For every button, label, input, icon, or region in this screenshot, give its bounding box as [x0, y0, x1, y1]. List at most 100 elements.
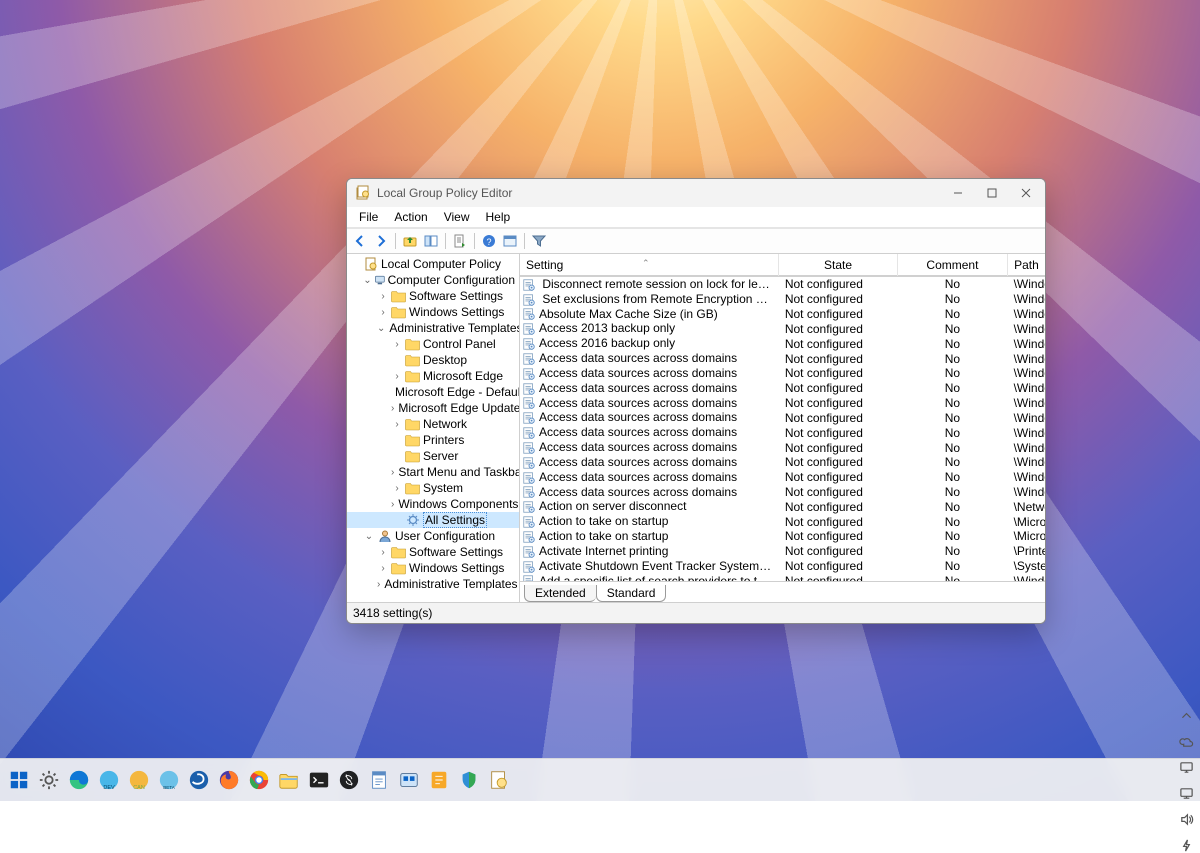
- tree-item[interactable]: ›Software Settings: [347, 544, 519, 560]
- setting-row[interactable]: Action on server disconnectNot configure…: [520, 499, 1045, 514]
- back-icon[interactable]: [350, 231, 370, 251]
- tree-item[interactable]: All Settings: [347, 512, 519, 528]
- taskbar[interactable]: DEVCANBETA: [0, 758, 1200, 801]
- menu-file[interactable]: File: [351, 209, 386, 225]
- edge-icon[interactable]: [66, 767, 92, 793]
- menu-view[interactable]: View: [436, 209, 478, 225]
- notepad-icon[interactable]: [366, 767, 392, 793]
- setting-row[interactable]: Access data sources across domainsNot co…: [520, 470, 1045, 485]
- setting-row[interactable]: Access data sources across domainsNot co…: [520, 485, 1045, 500]
- tree-item[interactable]: Microsoft Edge - Default Setti: [347, 384, 519, 400]
- setting-row[interactable]: Action to take on startupNot configuredN…: [520, 529, 1045, 544]
- expand-icon[interactable]: ›: [391, 467, 394, 478]
- chrome-icon[interactable]: [246, 767, 272, 793]
- tree-item[interactable]: ›Windows Components: [347, 496, 519, 512]
- settings-list[interactable]: Setting ⌃ State Comment Path Disconnect …: [520, 254, 1045, 581]
- col-path[interactable]: Path: [1008, 254, 1045, 277]
- explorer-icon[interactable]: [276, 767, 302, 793]
- tree-item[interactable]: ›Microsoft Edge: [347, 368, 519, 384]
- onedrive-icon[interactable]: [1178, 733, 1194, 749]
- setting-row[interactable]: Access data sources across domainsNot co…: [520, 381, 1045, 396]
- menu-help[interactable]: Help: [478, 209, 519, 225]
- help-icon[interactable]: ?: [479, 231, 499, 251]
- setting-row[interactable]: Access 2013 backup onlyNot configuredNo\…: [520, 321, 1045, 336]
- tree-item[interactable]: ⌄Administrative Templates: [347, 320, 519, 336]
- setting-row[interactable]: Activate Internet printingNot configured…: [520, 544, 1045, 559]
- tree-item[interactable]: ›Start Menu and Taskbar: [347, 464, 519, 480]
- chatgpt-icon[interactable]: [336, 767, 362, 793]
- tree-item[interactable]: ›Software Settings: [347, 288, 519, 304]
- expand-icon[interactable]: ›: [391, 371, 403, 382]
- show-hidden-icon[interactable]: [1178, 707, 1194, 723]
- tree-item[interactable]: ›Windows Settings: [347, 560, 519, 576]
- expand-icon[interactable]: ›: [377, 563, 389, 574]
- gpedit-icon[interactable]: [486, 767, 512, 793]
- tab-standard[interactable]: Standard: [596, 585, 667, 602]
- tree-item[interactable]: ›Microsoft Edge Update: [347, 400, 519, 416]
- setting-row[interactable]: Access data sources across domainsNot co…: [520, 366, 1045, 381]
- feedback-icon[interactable]: [426, 767, 452, 793]
- forward-icon[interactable]: [371, 231, 391, 251]
- expand-icon[interactable]: ›: [391, 419, 403, 430]
- tree-item[interactable]: ›Administrative Templates: [347, 576, 519, 592]
- expand-icon[interactable]: ›: [391, 339, 403, 350]
- setting-row[interactable]: Add a specific list of search providers …: [520, 574, 1045, 581]
- expand-icon[interactable]: ›: [391, 403, 394, 414]
- col-state[interactable]: State: [779, 254, 897, 277]
- expand-icon[interactable]: ›: [377, 547, 389, 558]
- setting-row[interactable]: Access 2016 backup onlyNot configuredNo\…: [520, 336, 1045, 351]
- power-icon[interactable]: [1178, 837, 1194, 853]
- setting-row[interactable]: Access data sources across domainsNot co…: [520, 440, 1045, 455]
- menu-action[interactable]: Action: [386, 209, 435, 225]
- setting-row[interactable]: Access data sources across domainsNot co…: [520, 425, 1045, 440]
- setting-row[interactable]: Activate Shutdown Event Tracker System S…: [520, 559, 1045, 574]
- edge-legacy-icon[interactable]: [186, 767, 212, 793]
- security-icon[interactable]: [456, 767, 482, 793]
- tree-item[interactable]: ›Windows Settings: [347, 304, 519, 320]
- tree-item[interactable]: Printers: [347, 432, 519, 448]
- expand-icon[interactable]: ⌄: [363, 275, 372, 286]
- setting-row[interactable]: Disconnect remote session on lock for le…: [520, 277, 1045, 292]
- expand-icon[interactable]: ›: [377, 291, 389, 302]
- setting-row[interactable]: Action to take on startupNot configuredN…: [520, 514, 1045, 529]
- properties-icon[interactable]: [500, 231, 520, 251]
- setting-row[interactable]: Access data sources across domainsNot co…: [520, 351, 1045, 366]
- tree-item[interactable]: ›Network: [347, 416, 519, 432]
- tree-item[interactable]: Local Computer Policy: [347, 256, 519, 272]
- up-folder-icon[interactable]: [400, 231, 420, 251]
- console-tree[interactable]: Local Computer Policy⌄Computer Configura…: [347, 254, 520, 602]
- settings-app-icon[interactable]: [36, 767, 62, 793]
- start-icon[interactable]: [6, 767, 32, 793]
- network-icon[interactable]: [1178, 785, 1194, 801]
- tree-item[interactable]: Desktop: [347, 352, 519, 368]
- edge-beta-icon[interactable]: BETA: [156, 767, 182, 793]
- tree-item[interactable]: ›System: [347, 480, 519, 496]
- tree-item[interactable]: ⌄Computer Configuration: [347, 272, 519, 288]
- expand-icon[interactable]: ⌄: [363, 531, 375, 542]
- titlebar[interactable]: Local Group Policy Editor: [347, 179, 1045, 207]
- edge-canary-icon[interactable]: CAN: [126, 767, 152, 793]
- setting-row[interactable]: Set exclusions from Remote Encryption Pr…: [520, 292, 1045, 307]
- expand-icon[interactable]: ›: [391, 499, 394, 510]
- col-setting[interactable]: Setting ⌃: [520, 254, 779, 277]
- winver-icon[interactable]: [396, 767, 422, 793]
- show-hide-tree-icon[interactable]: [421, 231, 441, 251]
- tab-extended[interactable]: Extended: [524, 585, 596, 602]
- edge-dev-icon[interactable]: DEV: [96, 767, 122, 793]
- firefox-icon[interactable]: [216, 767, 242, 793]
- setting-row[interactable]: Access data sources across domainsNot co…: [520, 396, 1045, 411]
- col-comment[interactable]: Comment: [897, 254, 1007, 277]
- setting-row[interactable]: Access data sources across domainsNot co…: [520, 455, 1045, 470]
- setting-row[interactable]: Access data sources across domainsNot co…: [520, 410, 1045, 425]
- expand-icon[interactable]: ⌄: [377, 323, 385, 334]
- export-list-icon[interactable]: [450, 231, 470, 251]
- filter-icon[interactable]: [529, 231, 549, 251]
- terminal-icon[interactable]: [306, 767, 332, 793]
- expand-icon[interactable]: ›: [377, 579, 380, 590]
- volume-icon[interactable]: [1178, 811, 1194, 827]
- maximize-button[interactable]: [975, 179, 1009, 207]
- close-button[interactable]: [1009, 179, 1043, 207]
- vm-icon[interactable]: [1178, 759, 1194, 775]
- expand-icon[interactable]: ›: [391, 483, 403, 494]
- tree-item[interactable]: ›Control Panel: [347, 336, 519, 352]
